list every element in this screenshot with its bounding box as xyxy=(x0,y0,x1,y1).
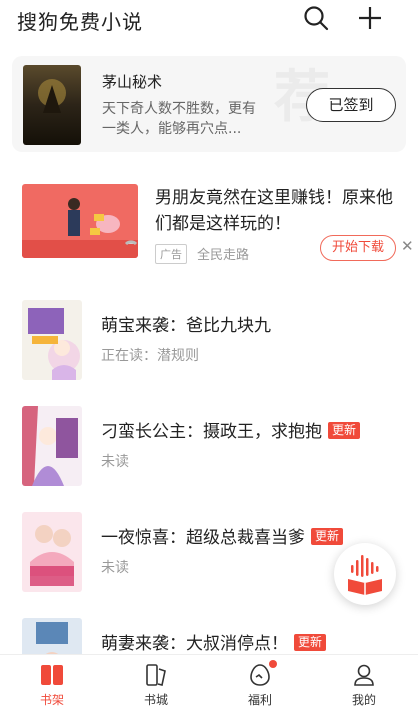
featured-book-cover[interactable] xyxy=(23,65,81,145)
tab-welfare[interactable]: 福利 xyxy=(208,655,312,711)
tab-label: 福利 xyxy=(247,693,272,707)
update-badge: 更新 xyxy=(294,634,327,651)
bottom-tab-bar: 书架 书城 福利 我的 xyxy=(0,654,418,711)
search-icon[interactable] xyxy=(303,5,329,31)
ad-source: 全民走路 xyxy=(197,248,250,263)
signed-in-button[interactable]: 已签到 xyxy=(306,88,396,122)
notification-dot xyxy=(269,660,277,668)
audio-book-icon xyxy=(348,555,382,595)
book-item[interactable]: 刁蛮长公主：摄政王，求抱抱 更新 未读 xyxy=(0,406,418,496)
plus-icon[interactable] xyxy=(357,5,383,31)
profile-icon xyxy=(354,664,374,686)
start-download-button[interactable]: 开始下载 xyxy=(320,235,396,261)
bookstore-icon xyxy=(146,664,166,686)
book-progress: 未读 xyxy=(101,560,129,576)
tab-label: 书城 xyxy=(143,693,168,707)
book-cover[interactable] xyxy=(22,300,82,380)
book-cover[interactable] xyxy=(22,406,82,486)
app-title: 搜狗免费小说 xyxy=(17,10,143,34)
update-badge: 更新 xyxy=(328,422,361,439)
book-progress: 正在读：潜规则 xyxy=(101,348,199,364)
tab-bookstore[interactable]: 书城 xyxy=(104,655,208,711)
ad-image[interactable] xyxy=(22,184,138,258)
book-progress: 未读 xyxy=(101,454,129,470)
featured-book-title: 茅山秘术 xyxy=(102,73,163,91)
bookshelf-icon xyxy=(41,665,63,685)
book-title: 萌妻来袭：大叔消停点！ 更新 xyxy=(101,629,327,654)
book-title: 刁蛮长公主：摄政王，求抱抱 更新 xyxy=(101,417,361,442)
featured-book-card[interactable]: 荐 茅山秘术 天下奇人数不胜数，更有一类人，能够再穴点... 已签到 xyxy=(12,56,406,152)
tab-label: 书架 xyxy=(39,693,64,707)
ad-title: 男朋友竟然在这里赚钱！原来他们都是这样玩的！ xyxy=(155,188,393,234)
tab-bookshelf[interactable]: 书架 xyxy=(0,655,104,711)
app-header: 搜狗免费小说 xyxy=(0,0,418,40)
close-icon[interactable]: ✕ xyxy=(401,237,414,255)
featured-book-description: 天下奇人数不胜数，更有一类人，能够再穴点... xyxy=(102,101,256,137)
welfare-icon xyxy=(250,664,270,686)
tab-label: 我的 xyxy=(351,693,376,707)
book-title: 一夜惊喜：超级总裁喜当爹 更新 xyxy=(101,523,344,548)
book-cover[interactable] xyxy=(22,512,82,592)
book-item[interactable]: 萌宝来袭：爸比九块九 正在读：潜规则 xyxy=(0,300,418,390)
book-title: 萌宝来袭：爸比九块九 xyxy=(101,316,271,336)
tab-profile[interactable]: 我的 xyxy=(312,655,416,711)
ad-item[interactable]: 男朋友竟然在这里赚钱！原来他们都是这样玩的！ 广告 全民走路 开始下载 ✕ xyxy=(0,174,418,274)
ad-tag: 广告 xyxy=(155,244,187,264)
listen-book-button[interactable] xyxy=(334,543,396,605)
